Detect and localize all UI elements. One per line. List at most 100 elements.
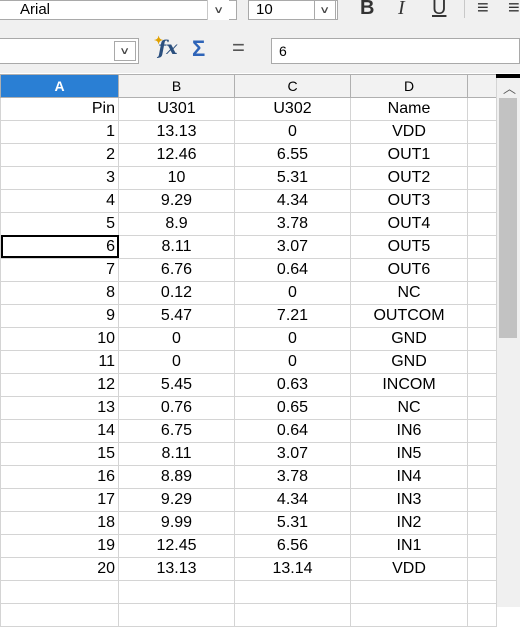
cell-c7[interactable]: 3.07 (234, 234, 351, 259)
cell-d19[interactable]: IN2 (350, 510, 468, 535)
cell-a15[interactable]: 14 (0, 418, 119, 443)
cell-a21[interactable]: 20 (0, 556, 119, 581)
cell-c11[interactable]: 0 (234, 326, 351, 351)
cell-c9[interactable]: 0 (234, 280, 351, 305)
cell-c13[interactable]: 0.63 (234, 372, 351, 397)
cell-e15[interactable] (467, 418, 497, 443)
cell-d12[interactable]: GND (350, 349, 468, 374)
cell-b21[interactable]: 13.13 (118, 556, 235, 581)
chevron-up-icon[interactable]: ︿ (503, 78, 516, 97)
cell-b8[interactable]: 6.76 (118, 257, 235, 282)
cell-a10[interactable]: 9 (0, 303, 119, 328)
cell-d8[interactable]: OUT6 (350, 257, 468, 282)
cell-b11[interactable]: 0 (118, 326, 235, 351)
cell-d16[interactable]: IN5 (350, 441, 468, 466)
cell-a18[interactable]: 17 (0, 487, 119, 512)
cell-e17[interactable] (467, 464, 497, 489)
cell-e18[interactable] (467, 487, 497, 512)
empty-cell[interactable] (350, 579, 468, 604)
cell-d13[interactable]: INCOM (350, 372, 468, 397)
align-center-button[interactable]: ≡ (508, 0, 520, 20)
cell-a17[interactable]: 16 (0, 464, 119, 489)
cell-c16[interactable]: 3.07 (234, 441, 351, 466)
underline-button[interactable]: U (432, 0, 446, 20)
cell-d21[interactable]: VDD (350, 556, 468, 581)
cell-c6[interactable]: 3.78 (234, 211, 351, 236)
cell-d4[interactable]: OUT2 (350, 165, 468, 190)
cell-a8[interactable]: 7 (0, 257, 119, 282)
cell-b5[interactable]: 9.29 (118, 188, 235, 213)
cell-c10[interactable]: 7.21 (234, 303, 351, 328)
column-header-e[interactable] (467, 74, 497, 98)
cell-d17[interactable]: IN4 (350, 464, 468, 489)
cell-e9[interactable] (467, 280, 497, 305)
cell-e5[interactable] (467, 188, 497, 213)
cell-a3[interactable]: 2 (0, 142, 119, 167)
cell-a12[interactable]: 11 (0, 349, 119, 374)
cell-d6[interactable]: OUT4 (350, 211, 468, 236)
cell-d10[interactable]: OUTCOM (350, 303, 468, 328)
font-name-dropdown-button[interactable]: ∨ (207, 0, 229, 20)
cell-c12[interactable]: 0 (234, 349, 351, 374)
cell-e21[interactable] (467, 556, 497, 581)
cell-a19[interactable]: 18 (0, 510, 119, 535)
cell-c20[interactable]: 6.56 (234, 533, 351, 558)
cell-b1[interactable]: U301 (118, 96, 235, 121)
cell-c3[interactable]: 6.55 (234, 142, 351, 167)
formula-equals-icon[interactable]: = (232, 35, 245, 61)
cell-c8[interactable]: 0.64 (234, 257, 351, 282)
italic-button[interactable]: I (398, 0, 405, 20)
cell-b2[interactable]: 13.13 (118, 119, 235, 144)
cell-b3[interactable]: 12.46 (118, 142, 235, 167)
font-name-box[interactable]: Arial (0, 0, 237, 20)
cell-b13[interactable]: 5.45 (118, 372, 235, 397)
cell-d14[interactable]: NC (350, 395, 468, 420)
cell-c5[interactable]: 4.34 (234, 188, 351, 213)
empty-cell[interactable] (467, 579, 497, 604)
cell-a2[interactable]: 1 (0, 119, 119, 144)
cell-b17[interactable]: 8.89 (118, 464, 235, 489)
cell-b12[interactable]: 0 (118, 349, 235, 374)
cell-e20[interactable] (467, 533, 497, 558)
cell-e16[interactable] (467, 441, 497, 466)
name-box-dropdown-button[interactable]: ∨ (114, 41, 136, 61)
cell-e7[interactable] (467, 234, 497, 259)
cell-b15[interactable]: 6.75 (118, 418, 235, 443)
cell-c1[interactable]: U302 (234, 96, 351, 121)
cell-a11[interactable]: 10 (0, 326, 119, 351)
cell-d2[interactable]: VDD (350, 119, 468, 144)
cell-a1[interactable]: Pin (0, 96, 119, 121)
empty-cell[interactable] (234, 579, 351, 604)
cell-d5[interactable]: OUT3 (350, 188, 468, 213)
column-header-c[interactable]: C (234, 74, 351, 98)
cell-a20[interactable]: 19 (0, 533, 119, 558)
cell-e10[interactable] (467, 303, 497, 328)
function-wizard-icon[interactable]: ✦ fx (154, 34, 178, 59)
cell-c15[interactable]: 0.64 (234, 418, 351, 443)
cell-c18[interactable]: 4.34 (234, 487, 351, 512)
cell-b4[interactable]: 10 (118, 165, 235, 190)
cell-e13[interactable] (467, 372, 497, 397)
column-header-d[interactable]: D (350, 74, 468, 98)
cell-e1[interactable] (467, 96, 497, 121)
cell-d7[interactable]: OUT5 (350, 234, 468, 259)
cell-a16[interactable]: 15 (0, 441, 119, 466)
cell-b14[interactable]: 0.76 (118, 395, 235, 420)
cell-e3[interactable] (467, 142, 497, 167)
cell-e12[interactable] (467, 349, 497, 374)
cell-b16[interactable]: 8.11 (118, 441, 235, 466)
cell-d18[interactable]: IN3 (350, 487, 468, 512)
cell-c2[interactable]: 0 (234, 119, 351, 144)
cell-a9[interactable]: 8 (0, 280, 119, 305)
cell-d15[interactable]: IN6 (350, 418, 468, 443)
formula-input[interactable]: 6 (271, 38, 520, 64)
cell-c14[interactable]: 0.65 (234, 395, 351, 420)
cell-d9[interactable]: NC (350, 280, 468, 305)
cell-e2[interactable] (467, 119, 497, 144)
scrollbar-thumb[interactable] (499, 98, 517, 338)
cell-b7[interactable]: 8.11 (118, 234, 235, 259)
cell-c19[interactable]: 5.31 (234, 510, 351, 535)
cell-a4[interactable]: 3 (0, 165, 119, 190)
empty-cell[interactable] (0, 579, 119, 604)
cell-b6[interactable]: 8.9 (118, 211, 235, 236)
